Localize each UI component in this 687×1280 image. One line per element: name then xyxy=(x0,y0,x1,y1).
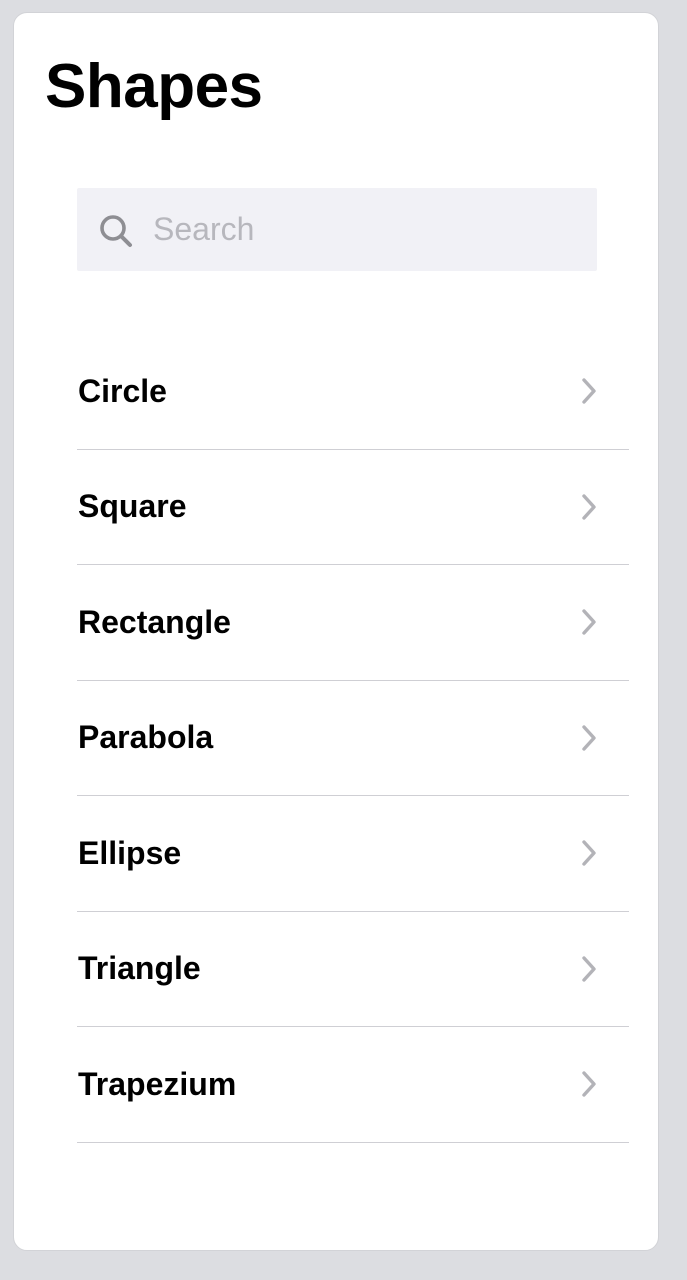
chevron-right-icon xyxy=(582,725,596,751)
chevron-right-icon xyxy=(582,1071,596,1097)
list-item-triangle[interactable]: Triangle xyxy=(77,912,629,1027)
shapes-panel: Shapes Circle Square Rectangle P xyxy=(13,12,659,1251)
chevron-right-icon xyxy=(582,494,596,520)
list-item-circle[interactable]: Circle xyxy=(77,334,629,450)
search-input[interactable] xyxy=(153,188,573,271)
search-icon xyxy=(100,215,132,247)
chevron-right-icon xyxy=(582,840,596,866)
page-title: Shapes xyxy=(45,52,263,121)
list-item-rectangle[interactable]: Rectangle xyxy=(77,565,629,681)
list-item-label: Parabola xyxy=(78,719,214,756)
list-item-ellipse[interactable]: Ellipse xyxy=(77,796,629,912)
list-item-label: Trapezium xyxy=(78,1065,237,1102)
list-item-square[interactable]: Square xyxy=(77,450,629,565)
list-item-label: Rectangle xyxy=(78,603,231,640)
list-item-trapezium[interactable]: Trapezium xyxy=(77,1027,629,1143)
search-bar[interactable] xyxy=(77,188,597,271)
shape-list: Circle Square Rectangle Parabola Ellipse xyxy=(77,334,629,1143)
chevron-right-icon xyxy=(582,609,596,635)
chevron-right-icon xyxy=(582,378,596,404)
list-item-parabola[interactable]: Parabola xyxy=(77,681,629,796)
list-item-label: Ellipse xyxy=(78,834,182,871)
list-item-label: Circle xyxy=(78,372,167,409)
list-item-label: Square xyxy=(78,488,187,525)
list-item-label: Triangle xyxy=(78,950,201,987)
chevron-right-icon xyxy=(582,956,596,982)
